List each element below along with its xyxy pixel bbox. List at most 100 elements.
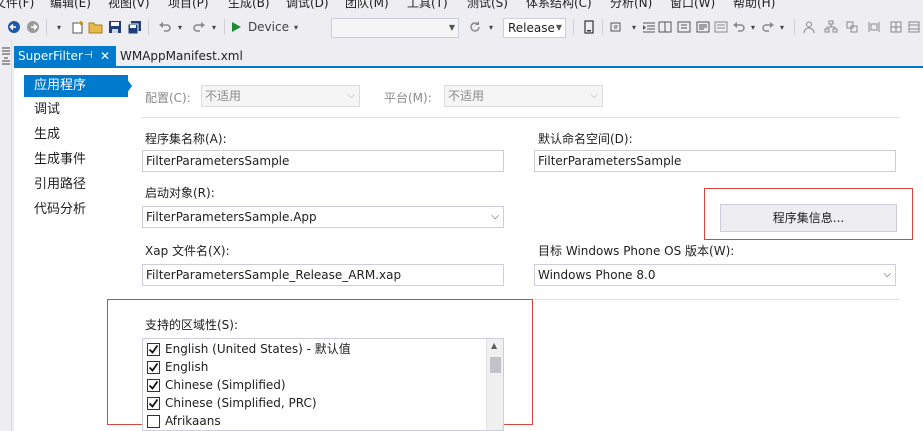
undo-icon[interactable] — [730, 18, 748, 36]
xap-filename-input[interactable]: FilterParametersSample_Release_ARM.xap — [142, 264, 504, 286]
checkbox-checked[interactable] — [147, 396, 160, 410]
menu-file[interactable]: 文件(F) — [0, 0, 34, 11]
solution-configuration-combo[interactable]: Release ▼ — [503, 18, 566, 38]
menu-edit[interactable]: 编辑(E) — [50, 0, 91, 11]
chevron-down-icon[interactable]: ▾ — [777, 18, 787, 36]
start-debugging-button[interactable]: Device ▾ — [230, 18, 298, 36]
checkbox-checked[interactable] — [147, 378, 160, 392]
culture-label: Chinese (Simplified, PRC) — [165, 396, 317, 410]
configuration-label: 配置(C): — [145, 91, 191, 105]
document-tab-strip: SuperFilter ⊣ ✕ WMAppManifest.xml — [12, 46, 923, 66]
configuration-value: Release — [508, 21, 555, 35]
menu-window[interactable]: 窗口(W) — [670, 0, 715, 11]
chevron-down-icon: ▼ — [448, 23, 455, 32]
bookmark-icon[interactable] — [675, 18, 693, 36]
chevron-down-icon[interactable]: ▾ — [209, 18, 219, 36]
standard-toolbar: ▾ ▾ ▾ Device ▾ ▼ ▾ Release ▼ ▾ ▾ ▾ — [0, 14, 923, 40]
toolbar-separator — [602, 19, 603, 35]
open-icon[interactable] — [88, 18, 104, 36]
menu-tools[interactable]: 工具(T) — [407, 0, 448, 11]
list-item[interactable]: Chinese (Simplified) — [147, 376, 286, 394]
tree-icon[interactable] — [822, 18, 840, 36]
startup-object-select[interactable]: FilterParametersSample.App ⌵ — [142, 206, 504, 228]
save-icon[interactable] — [107, 18, 123, 36]
back-icon[interactable] — [6, 18, 22, 36]
scroll-up-icon[interactable]: ▲ — [491, 341, 497, 350]
assembly-name-input[interactable]: FilterParametersSample — [142, 150, 504, 172]
nav-item-application[interactable]: 应用程序 — [24, 75, 128, 97]
default-namespace-input[interactable]: FilterParametersSample — [534, 150, 896, 172]
nav-item-debug[interactable]: 调试 — [24, 99, 128, 121]
redo-icon[interactable] — [759, 18, 777, 36]
menu-debug[interactable]: 调试(D) — [286, 0, 329, 11]
tab-wmappmanifest[interactable]: WMAppManifest.xml — [118, 46, 243, 66]
comment-icon[interactable] — [694, 18, 712, 36]
layers-icon[interactable] — [843, 18, 861, 36]
nav-item-code-analysis[interactable]: 代码分析 — [24, 199, 128, 221]
configuration-select[interactable]: 不适用 ⌵ — [201, 85, 360, 107]
tab-superfilter[interactable]: SuperFilter ⊣ ✕ — [14, 46, 116, 66]
culture-label: Chinese (Simplified) — [165, 378, 286, 392]
left-tool-strip[interactable] — [0, 40, 12, 431]
target-os-select[interactable]: Windows Phone 8.0 ⌵ — [534, 264, 896, 286]
menu-team[interactable]: 团队(M) — [345, 0, 389, 11]
configuration-select-value: 不适用 — [205, 89, 242, 103]
menu-project[interactable]: 项目(P) — [168, 0, 209, 11]
chevron-down-icon: ▾ — [293, 22, 298, 32]
align-icon[interactable] — [865, 18, 883, 36]
target-os-label: 目标 Windows Phone OS 版本(W): — [538, 244, 735, 258]
chevron-down-icon: ⌵ — [590, 90, 598, 101]
chevron-down-icon: ▼ — [555, 23, 562, 32]
supported-cultures-list[interactable]: English (United States) - 默认值 English Ch… — [142, 338, 504, 431]
scrollbar-thumb[interactable] — [490, 357, 501, 373]
checkbox-checked[interactable] — [147, 360, 160, 374]
close-icon[interactable]: ✕ — [100, 46, 110, 66]
list-item[interactable]: Afrikaans — [147, 412, 221, 430]
uncomment-icon[interactable] — [712, 18, 730, 36]
menu-view[interactable]: 视图(V) — [108, 0, 150, 11]
device-icon[interactable] — [580, 18, 598, 36]
divider — [142, 117, 899, 118]
device-label: Device — [247, 20, 289, 34]
undo-icon[interactable] — [156, 18, 174, 36]
supported-cultures-label: 支持的区域性(S): — [145, 318, 239, 332]
split-icon[interactable] — [656, 18, 674, 36]
find-icon[interactable] — [608, 18, 626, 36]
menu-architecture[interactable]: 体系结构(C) — [526, 0, 592, 11]
list-item[interactable]: English (United States) - 默认值 — [147, 340, 351, 358]
grid-icon[interactable] — [906, 18, 922, 36]
list-item[interactable]: English — [147, 358, 208, 376]
assembly-name-label: 程序集名称(A): — [145, 132, 227, 146]
menu-build[interactable]: 生成(B) — [228, 0, 270, 11]
list-scrollbar[interactable]: ▲ — [486, 339, 503, 430]
user-icon[interactable] — [800, 18, 818, 36]
menu-analyze[interactable]: 分析(N) — [610, 0, 652, 11]
save-all-icon[interactable] — [126, 18, 142, 36]
chevron-down-icon[interactable]: ▾ — [175, 18, 185, 36]
chevron-down-icon[interactable]: ▾ — [54, 18, 64, 36]
checkbox-unchecked[interactable] — [147, 414, 160, 428]
startup-object-value: FilterParametersSample.App — [146, 210, 317, 224]
assembly-information-button[interactable]: 程序集信息... — [720, 204, 897, 232]
chevron-down-icon[interactable]: ▾ — [628, 18, 640, 36]
solution-platform-combo[interactable]: ▼ — [331, 18, 459, 38]
menu-help[interactable]: 帮助(H) — [733, 0, 775, 11]
platform-select[interactable]: 不适用 ⌵ — [444, 85, 603, 107]
toolbox-icon — [2, 47, 10, 65]
grid-icon[interactable] — [887, 18, 905, 36]
refresh-icon[interactable] — [467, 18, 483, 36]
forward-icon[interactable] — [25, 18, 41, 36]
nav-item-reference-paths[interactable]: 引用路径 — [24, 174, 128, 196]
nav-item-build-events[interactable]: 生成事件 — [24, 149, 128, 171]
startup-object-label: 启动对象(R): — [145, 186, 215, 200]
checkbox-checked[interactable] — [147, 342, 160, 356]
culture-label: English (United States) - 默认值 — [165, 342, 351, 356]
nav-item-build[interactable]: 生成 — [24, 124, 128, 146]
list-item[interactable]: Chinese (Simplified, PRC) — [147, 394, 317, 412]
new-project-icon[interactable] — [70, 18, 86, 36]
redo-icon[interactable] — [190, 18, 208, 36]
chevron-down-icon[interactable]: ▾ — [748, 18, 758, 36]
pin-icon[interactable]: ⊣ — [84, 46, 93, 66]
menu-test[interactable]: 测试(S) — [467, 0, 508, 11]
chevron-down-icon[interactable]: ▾ — [486, 18, 496, 36]
